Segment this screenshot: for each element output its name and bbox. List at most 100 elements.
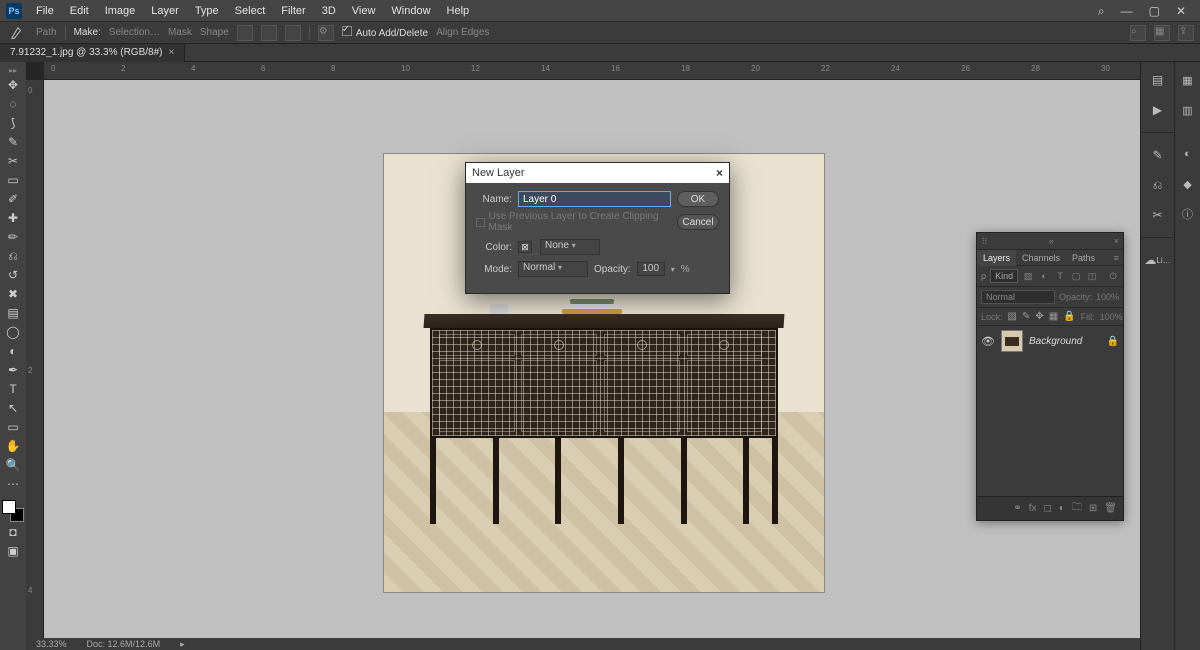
search-icon[interactable]: ⌕ (1130, 25, 1146, 41)
panel-collapse[interactable]: « (1045, 236, 1058, 246)
lock-paint-icon[interactable]: ✎ (1022, 311, 1030, 322)
brush-settings-icon[interactable]: ✎ (1149, 147, 1167, 163)
dialog-close-icon[interactable]: × (716, 166, 723, 180)
dialog-titlebar[interactable]: New Layer × (466, 163, 729, 183)
filter-shape-icon[interactable]: ▢ (1070, 270, 1082, 282)
group-icon[interactable]: 🗀 (1072, 500, 1082, 517)
brush-tool[interactable]: ✏ (2, 228, 24, 246)
pen-tool[interactable]: ✒ (2, 361, 24, 379)
menu-layer[interactable]: Layer (143, 0, 187, 22)
color-panel-icon[interactable]: ▦ (1179, 72, 1197, 88)
path-select-tool[interactable]: ↖ (2, 399, 24, 417)
type-tool[interactable]: T (2, 380, 24, 398)
opacity-dropdown[interactable]: ▾ (671, 265, 675, 274)
path-ops-icon[interactable] (237, 25, 253, 41)
blur-tool[interactable]: ◯ (2, 323, 24, 341)
layer-item-background[interactable]: 👁 Background 🔒 (977, 325, 1123, 356)
minimize-button[interactable]: — (1113, 0, 1141, 22)
ruler-horizontal[interactable] (44, 62, 1140, 80)
panel-close[interactable]: × (1110, 236, 1123, 246)
quickmask-tool[interactable]: ◘ (2, 523, 24, 541)
path-align-icon[interactable] (261, 25, 277, 41)
close-button[interactable]: ✕ (1168, 0, 1194, 22)
opt-path[interactable]: Path (36, 27, 57, 38)
link-layers-icon[interactable]: ⚭ (1013, 503, 1021, 514)
menu-view[interactable]: View (344, 0, 384, 22)
lock-trans-icon[interactable]: ▧ (1008, 311, 1017, 322)
lock-icon[interactable]: 🔒 (1107, 336, 1119, 347)
history-panel-icon[interactable]: ▤ (1149, 72, 1167, 88)
eyedropper-tool[interactable]: ✐ (2, 190, 24, 208)
hand-tool[interactable]: ✋ (2, 437, 24, 455)
visibility-toggle-icon[interactable]: 👁 (981, 335, 995, 348)
lock-all-icon[interactable]: 🔒 (1063, 311, 1075, 322)
path-arrange-icon[interactable] (285, 25, 301, 41)
opacity-input[interactable]: 100 (637, 262, 665, 276)
fg-color[interactable] (2, 500, 16, 514)
cancel-button[interactable]: Cancel (677, 214, 719, 230)
document-tab[interactable]: 7.91232_1.jpg @ 33.3% (RGB/8#) × (0, 44, 185, 62)
adjustments-panel-icon[interactable]: ◐ (1179, 146, 1197, 162)
toolbox-expand[interactable]: ▸▸ (0, 66, 26, 75)
tab-channels[interactable]: Channels (1016, 250, 1066, 266)
fill-value[interactable]: 100% (1100, 312, 1123, 322)
menu-type[interactable]: Type (187, 0, 227, 22)
search-docs-icon[interactable]: ⌕ (1090, 0, 1113, 22)
opacity-value[interactable]: 100% (1096, 292, 1119, 302)
opt-shape[interactable]: Shape (200, 27, 229, 38)
lasso-tool[interactable]: ⟆ (2, 114, 24, 132)
menu-edit[interactable]: Edit (62, 0, 97, 22)
shape-tool[interactable]: ▭ (2, 418, 24, 436)
filter-toggle-icon[interactable]: ⏻ (1107, 270, 1119, 282)
zoom-level[interactable]: 33.33% (36, 639, 67, 649)
menu-window[interactable]: Window (383, 0, 438, 22)
marquee-tool[interactable]: ◌ (2, 95, 24, 113)
panel-drag-handle[interactable]: ⠿ (977, 237, 993, 246)
blend-mode-select[interactable]: Normal (981, 290, 1055, 304)
opt-align-edges[interactable]: Align Edges (436, 27, 489, 38)
filter-adjust-icon[interactable]: ◐ (1038, 270, 1050, 282)
quick-select-tool[interactable]: ✎ (2, 133, 24, 151)
screenmode-tool[interactable]: ▣ (2, 542, 24, 560)
tool-presets-icon[interactable]: ✂ (1149, 207, 1167, 223)
opt-selection[interactable]: Selection… (109, 27, 160, 38)
gradient-tool[interactable]: ▤ (2, 304, 24, 322)
libraries-icon[interactable]: ☁ Li… (1149, 252, 1167, 268)
layer-name[interactable]: Background (1029, 336, 1101, 347)
lock-pos-icon[interactable]: ✥ (1035, 311, 1043, 322)
heal-tool[interactable]: ✚ (2, 209, 24, 227)
swatches-panel-icon[interactable]: ▥ (1179, 102, 1197, 118)
menu-image[interactable]: Image (97, 0, 144, 22)
lock-artboard-icon[interactable]: ▦ (1049, 311, 1058, 322)
opt-autoadd[interactable]: Auto Add/Delete (342, 26, 428, 39)
layer-name-input[interactable] (518, 191, 671, 207)
delete-layer-icon[interactable]: 🗑 (1104, 503, 1117, 514)
ok-button[interactable]: OK (677, 191, 719, 207)
history-brush-tool[interactable]: ↺ (2, 266, 24, 284)
crop-tool[interactable]: ✂ (2, 152, 24, 170)
gear-icon[interactable]: ⚙ (318, 25, 334, 41)
pen-tool-indicator[interactable] (6, 24, 28, 42)
actions-panel-icon[interactable]: ▶ (1149, 102, 1167, 118)
new-layer-icon[interactable]: ⊞ (1089, 503, 1097, 514)
color-select[interactable]: None ▾ (540, 239, 600, 255)
filter-type-icon[interactable]: T (1054, 270, 1066, 282)
maximize-button[interactable]: ▢ (1141, 0, 1168, 22)
menu-file[interactable]: File (28, 0, 62, 22)
eraser-tool[interactable]: ✖ (2, 285, 24, 303)
doc-size[interactable]: Doc: 12.6M/12.6M (87, 639, 161, 649)
close-tab-icon[interactable]: × (168, 44, 174, 62)
dodge-tool[interactable]: ◐ (2, 342, 24, 360)
filter-pixel-icon[interactable]: ▧ (1022, 270, 1034, 282)
stamp-tool[interactable]: ⎌ (2, 247, 24, 265)
color-swatches[interactable] (2, 500, 24, 522)
ruler-vertical[interactable] (26, 80, 44, 650)
layer-style-icon[interactable]: fx (1029, 503, 1037, 514)
share-icon[interactable]: ⇪ (1178, 25, 1194, 41)
mode-select[interactable]: Normal ▾ (518, 261, 588, 277)
tab-paths[interactable]: Paths (1066, 250, 1101, 266)
color-swatch-none[interactable]: ⊠ (518, 241, 532, 253)
menu-3d[interactable]: 3D (314, 0, 344, 22)
clone-source-icon[interactable]: ⎌ (1149, 177, 1167, 193)
zoom-tool[interactable]: 🔍 (2, 456, 24, 474)
